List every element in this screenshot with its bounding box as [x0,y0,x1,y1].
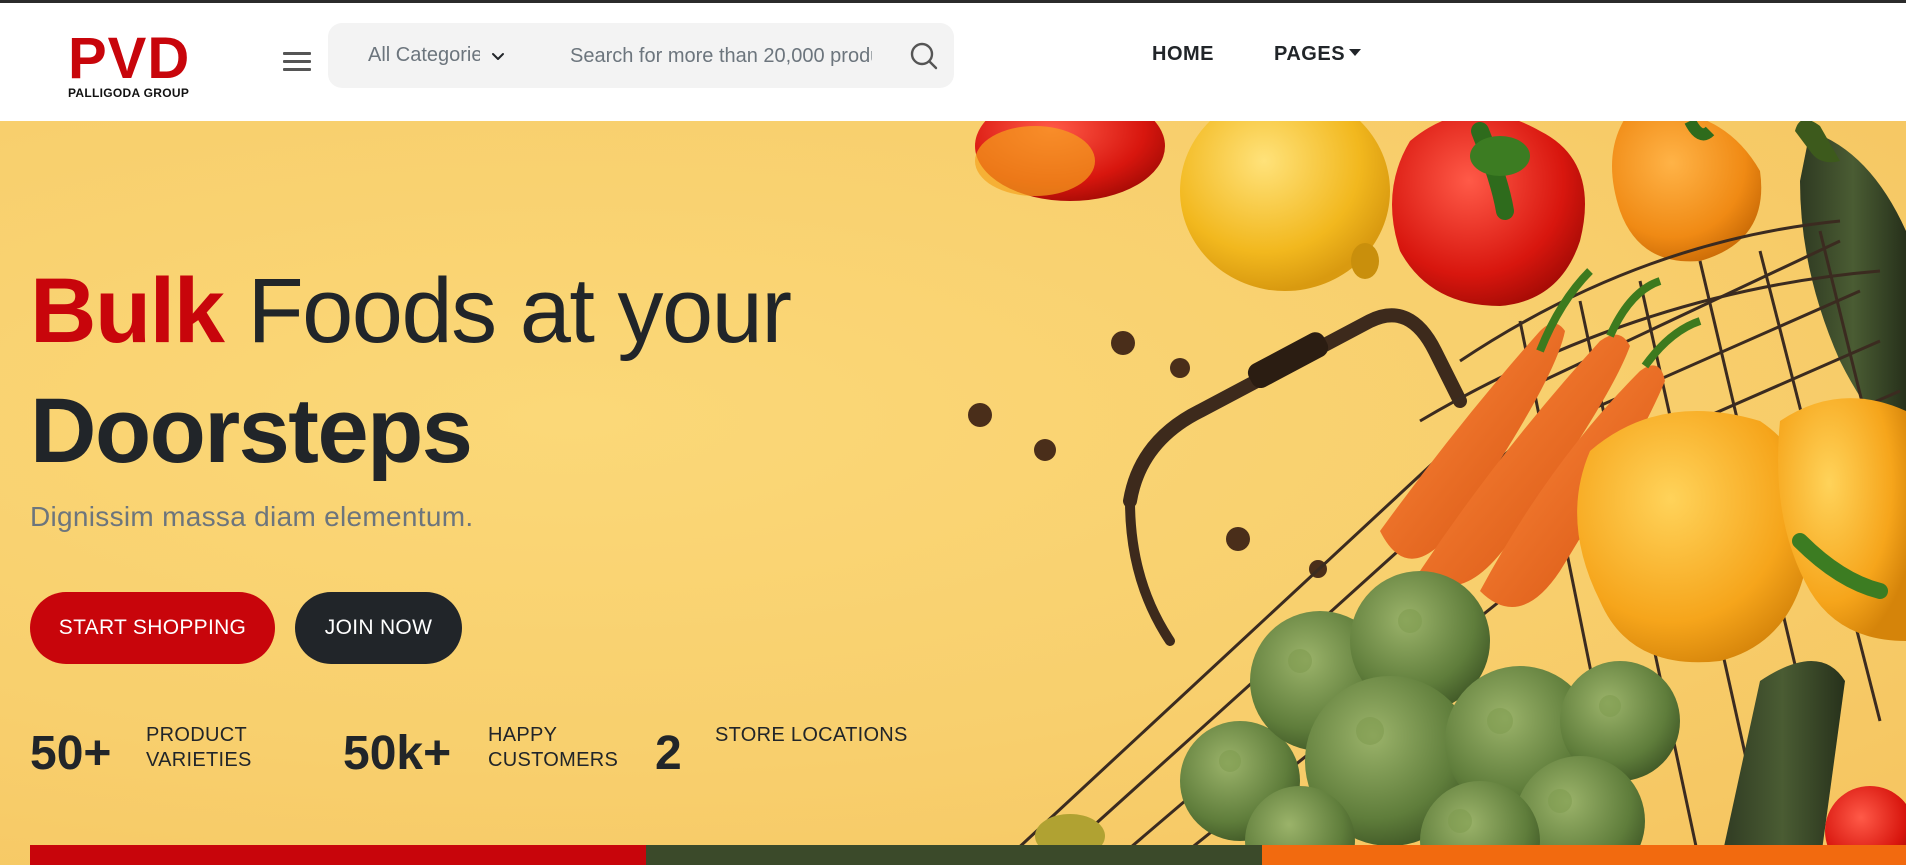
search-icon[interactable] [908,40,940,72]
site-header: PVD PALLIGODA GROUP All Categories HOME … [0,3,1906,121]
category-select-value: All Categories [368,44,480,66]
chevron-down-icon [492,52,504,60]
caret-down-icon [1349,49,1362,56]
stat-value-stores: 2 [655,727,682,780]
category-strip-red[interactable] [30,845,646,865]
headline-rest: Foods at your [247,260,792,362]
nav-home[interactable]: HOME [1152,43,1214,66]
category-select[interactable]: All Categories [368,23,533,88]
nav-pages-label: PAGES [1274,43,1346,65]
brand-logo[interactable]: PVD PALLIGODA GROUP [68,26,198,101]
stat-label-products: PRODUCT VARIETIES [146,723,252,773]
stat-label-products-line1: PRODUCT [146,724,247,746]
search-input[interactable] [568,35,874,77]
headline-line2: Doorsteps [30,380,473,482]
hero-subtitle: Dignissim massa diam elementum. [30,501,474,532]
logo-tagline: PALLIGODA GROUP [68,86,190,100]
stat-label-products-line2: VARIETIES [146,749,252,771]
hero-section: Bulk Foods at your Doorsteps Dignissim m… [0,121,1906,865]
stat-label-customers: HAPPY CUSTOMERS [488,723,618,773]
nav-pages[interactable]: PAGES [1274,43,1362,66]
start-shopping-button[interactable]: START SHOPPING [30,592,275,664]
stat-label-customers-line2: CUSTOMERS [488,749,619,771]
hero-headline: Bulk Foods at your Doorsteps [30,251,792,491]
headline-accent: Bulk [30,260,225,362]
category-strip-orange[interactable] [1262,845,1906,865]
stat-label-stores-line1: STORE LOCATIONS [715,724,908,746]
stat-label-stores: STORE LOCATIONS [715,723,908,748]
stat-value-products: 50+ [30,727,112,780]
search-bar: All Categorie s [328,23,954,88]
join-now-button[interactable]: JOIN NOW [295,592,462,664]
vegetable-basket-image [968,121,1906,865]
logo-name: PVD [68,26,191,91]
category-strip-green[interactable] [646,845,1262,865]
stat-value-customers: 50k+ [343,727,452,780]
stat-label-customers-line1: HAPPY [488,724,558,746]
hamburger-icon[interactable] [283,52,311,72]
